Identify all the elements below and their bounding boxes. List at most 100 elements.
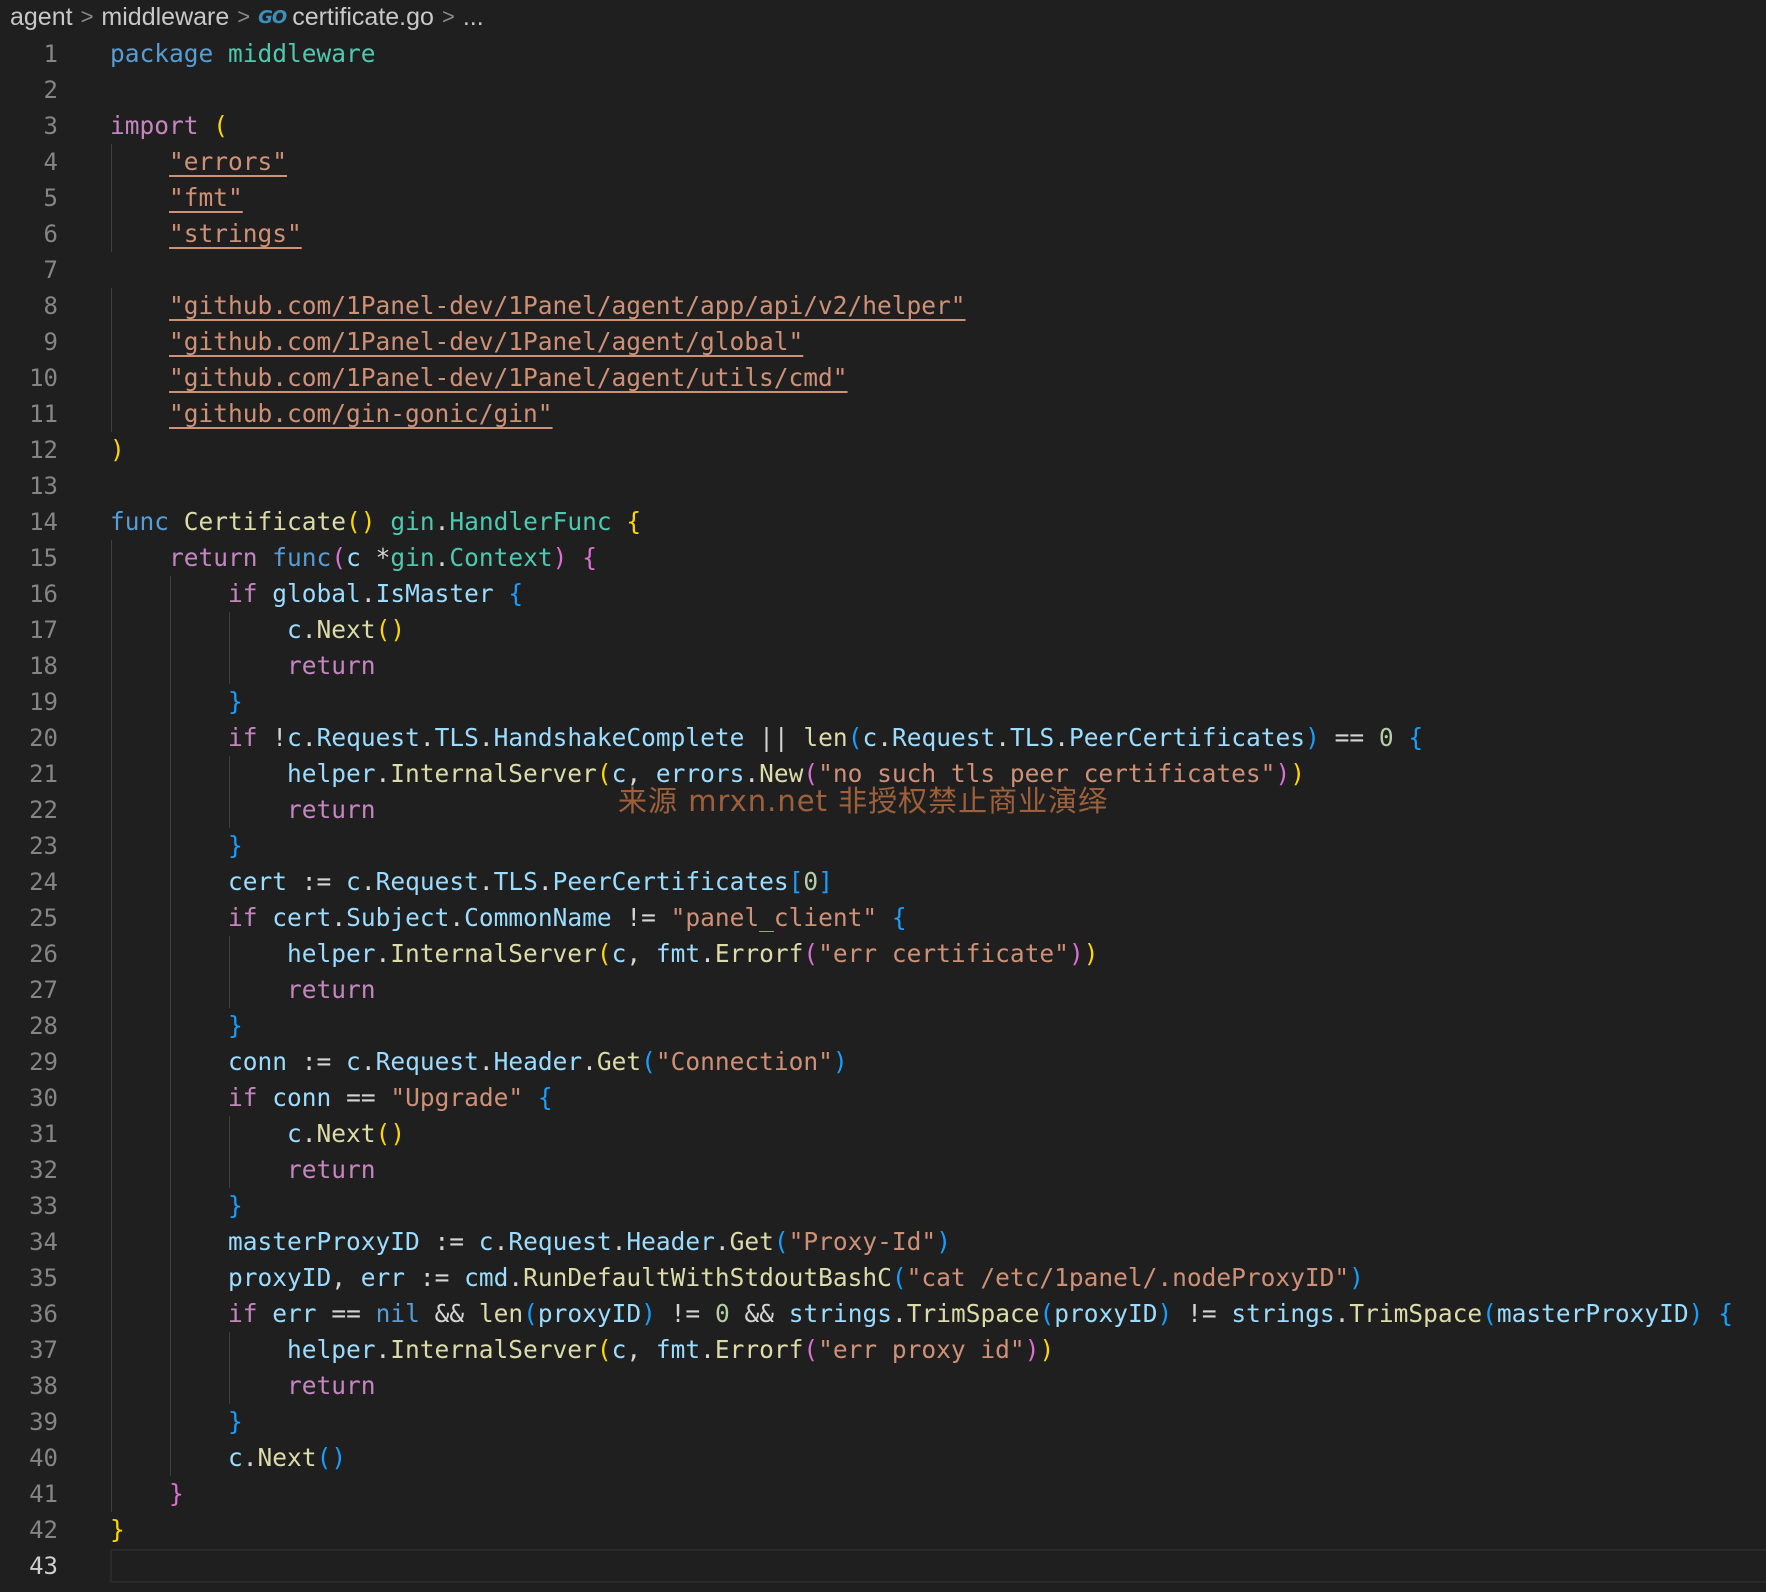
code-line[interactable]: 3 import (	[0, 108, 1766, 144]
code-text: return	[110, 1368, 376, 1404]
code-line[interactable]: 42}	[0, 1512, 1766, 1548]
code-line[interactable]: 18 return	[0, 648, 1766, 684]
code-token: )	[1305, 723, 1320, 752]
code-line[interactable]: 29 conn := c.Request.Header.Get("Connect…	[0, 1044, 1766, 1080]
code-text: "errors"	[110, 144, 287, 180]
code-line[interactable]: 1 package middleware	[0, 36, 1766, 72]
code-token: .	[331, 903, 347, 932]
code-token: }	[169, 1479, 184, 1508]
breadcrumb-item-agent[interactable]: agent	[10, 3, 73, 32]
code-line[interactable]: 41 }	[0, 1476, 1766, 1512]
code-token: {	[1718, 1299, 1733, 1328]
code-line[interactable]: 32 return	[0, 1152, 1766, 1188]
code-line[interactable]: 17 c.Next()	[0, 612, 1766, 648]
code-line[interactable]: 15 return func(c *gin.Context) {	[0, 540, 1766, 576]
code-token: package	[110, 39, 214, 68]
code-line[interactable]: 23 }	[0, 828, 1766, 864]
code-line[interactable]: 33 }	[0, 1188, 1766, 1224]
breadcrumb-item-file[interactable]: certificate.go	[292, 3, 434, 32]
code-line[interactable]: 30 if conn == "Upgrade" {	[0, 1080, 1766, 1116]
code-token: )	[641, 1299, 656, 1328]
code-line[interactable]: 12)	[0, 432, 1766, 468]
code-line[interactable]: 39 }	[0, 1404, 1766, 1440]
code-line[interactable]: 26 helper.InternalServer(c, fmt.Errorf("…	[0, 936, 1766, 972]
code-line[interactable]: 6 "strings"	[0, 216, 1766, 252]
code-token: ()	[375, 1119, 406, 1148]
code-token: :=	[287, 867, 347, 896]
code-line[interactable]: 13	[0, 468, 1766, 504]
code-token: proxyID	[1054, 1299, 1158, 1328]
code-token: TLS	[1010, 723, 1055, 752]
code-text: return	[110, 1152, 376, 1188]
line-number: 14	[29, 508, 58, 536]
code-line[interactable]: 20 if !c.Request.TLS.HandshakeComplete |…	[0, 720, 1766, 756]
code-line[interactable]: 16 if global.IsMaster {	[0, 576, 1766, 612]
line-number: 22	[29, 796, 58, 824]
code-token: )	[1275, 759, 1291, 788]
code-token: (	[1482, 1299, 1497, 1328]
code-token: )	[832, 1047, 848, 1076]
code-line[interactable]: 43	[0, 1548, 1766, 1584]
line-number: 27	[29, 976, 58, 1004]
code-line[interactable]: 34 masterProxyID := c.Request.Header.Get…	[0, 1224, 1766, 1260]
code-line[interactable]: 36 if err == nil && len(proxyID) != 0 &&…	[0, 1296, 1766, 1332]
code-text: )	[110, 432, 125, 468]
line-number: 1	[43, 40, 58, 68]
code-text: "fmt"	[110, 180, 243, 216]
code-token: .	[375, 759, 391, 788]
code-token: )	[1083, 939, 1099, 968]
code-token: {	[582, 543, 597, 572]
code-line[interactable]: 5 "fmt"	[0, 180, 1766, 216]
code-token: 0	[803, 867, 819, 896]
code-line[interactable]: 8 "github.com/1Panel-dev/1Panel/agent/ap…	[0, 288, 1766, 324]
code-token: )	[110, 435, 125, 464]
code-text: conn := c.Request.Header.Get("Connection…	[110, 1044, 848, 1080]
code-line[interactable]: 38 return	[0, 1368, 1766, 1404]
code-line[interactable]: 19 }	[0, 684, 1766, 720]
code-line[interactable]: 37 helper.InternalServer(c, fmt.Errorf("…	[0, 1332, 1766, 1368]
code-text: return	[110, 792, 376, 828]
line-number: 8	[43, 292, 58, 320]
code-token: if	[228, 579, 258, 608]
code-line[interactable]: 10 "github.com/1Panel-dev/1Panel/agent/u…	[0, 360, 1766, 396]
code-token: Header	[626, 1227, 715, 1256]
code-line[interactable]: 2	[0, 72, 1766, 108]
code-token: helper	[287, 1335, 376, 1364]
code-line[interactable]: 9 "github.com/1Panel-dev/1Panel/agent/gl…	[0, 324, 1766, 360]
breadcrumb-item-symbols[interactable]: ...	[463, 3, 484, 32]
line-number: 40	[29, 1444, 58, 1472]
code-line[interactable]: 40 c.Next()	[0, 1440, 1766, 1476]
code-line[interactable]: 35 proxyID, err := cmd.RunDefaultWithStd…	[0, 1260, 1766, 1296]
code-token: c	[228, 1443, 243, 1472]
code-text: "github.com/1Panel-dev/1Panel/agent/util…	[110, 360, 848, 396]
breadcrumb-item-middleware[interactable]: middleware	[101, 3, 229, 32]
code-token: conn	[272, 1083, 332, 1112]
code-token: )	[1068, 939, 1084, 968]
line-number: 20	[29, 724, 58, 752]
code-line[interactable]: 28 }	[0, 1008, 1766, 1044]
code-token: c	[611, 1335, 627, 1364]
code-line[interactable]: 4 "errors"	[0, 144, 1766, 180]
code-line[interactable]: 25 if cert.Subject.CommonName != "panel_…	[0, 900, 1766, 936]
code-text: helper.InternalServer(c, fmt.Errorf("err…	[110, 936, 1098, 972]
code-token: .	[478, 723, 494, 752]
code-token: conn	[228, 1047, 288, 1076]
line-number: 36	[29, 1300, 58, 1328]
code-text: }	[110, 1476, 184, 1512]
code-token: .	[478, 867, 494, 896]
code-token: proxyID	[228, 1263, 332, 1292]
code-line[interactable]: 11 "github.com/gin-gonic/gin"	[0, 396, 1766, 432]
code-line[interactable]: 27 return	[0, 972, 1766, 1008]
code-line[interactable]: 31 c.Next()	[0, 1116, 1766, 1152]
code-line[interactable]: 7	[0, 252, 1766, 288]
code-line[interactable]: 24 cert := c.Request.TLS.PeerCertificate…	[0, 864, 1766, 900]
code-text: package middleware	[110, 36, 376, 72]
code-line[interactable]: 14 func Certificate() gin.HandlerFunc {	[0, 504, 1766, 540]
